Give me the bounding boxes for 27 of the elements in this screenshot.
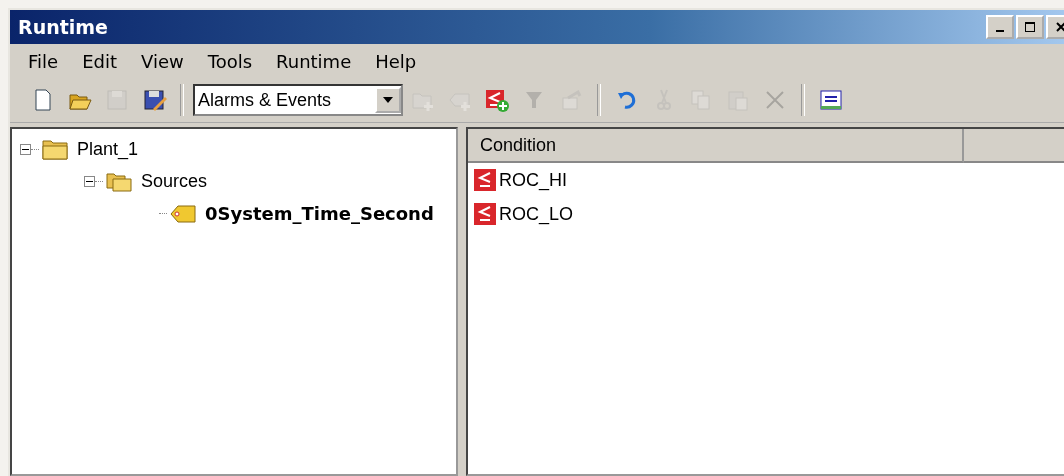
- folder-icon: [41, 137, 69, 161]
- menu-item[interactable]: Edit: [70, 50, 129, 72]
- menu-item[interactable]: File: [16, 50, 71, 72]
- minimize-button[interactable]: [986, 15, 1014, 39]
- menu-item[interactable]: Runtime: [264, 50, 364, 72]
- tree-item[interactable]: Plant_1: [77, 138, 139, 160]
- floppy-pencil-icon: [141, 87, 167, 113]
- dropdown-arrow-icon: [383, 97, 393, 103]
- tree-item[interactable]: 0System_Time_Second: [205, 202, 434, 224]
- window-title: Runtime: [18, 16, 109, 38]
- list-item[interactable]: ROC_HI: [499, 169, 567, 191]
- maximize-icon: [1023, 20, 1037, 34]
- condition-icon: [474, 203, 496, 225]
- menu-item[interactable]: Help: [363, 50, 429, 72]
- maximize-button[interactable]: [1016, 15, 1044, 39]
- list-item[interactable]: ROC_LO: [499, 203, 574, 225]
- menu-item[interactable]: View: [129, 50, 196, 72]
- qc-icon: [818, 87, 844, 113]
- condition-plus-icon: [484, 87, 510, 113]
- tree-item[interactable]: Sources: [141, 170, 208, 192]
- collapse-toggle[interactable]: [84, 175, 95, 187]
- menu-item[interactable]: Tools: [195, 50, 265, 72]
- collapse-toggle[interactable]: [20, 143, 31, 155]
- condition-icon: [474, 169, 496, 191]
- minimize-icon: [996, 30, 1004, 32]
- close-icon: [1054, 20, 1064, 34]
- view-dropdown[interactable]: Alarms & Events: [193, 84, 403, 116]
